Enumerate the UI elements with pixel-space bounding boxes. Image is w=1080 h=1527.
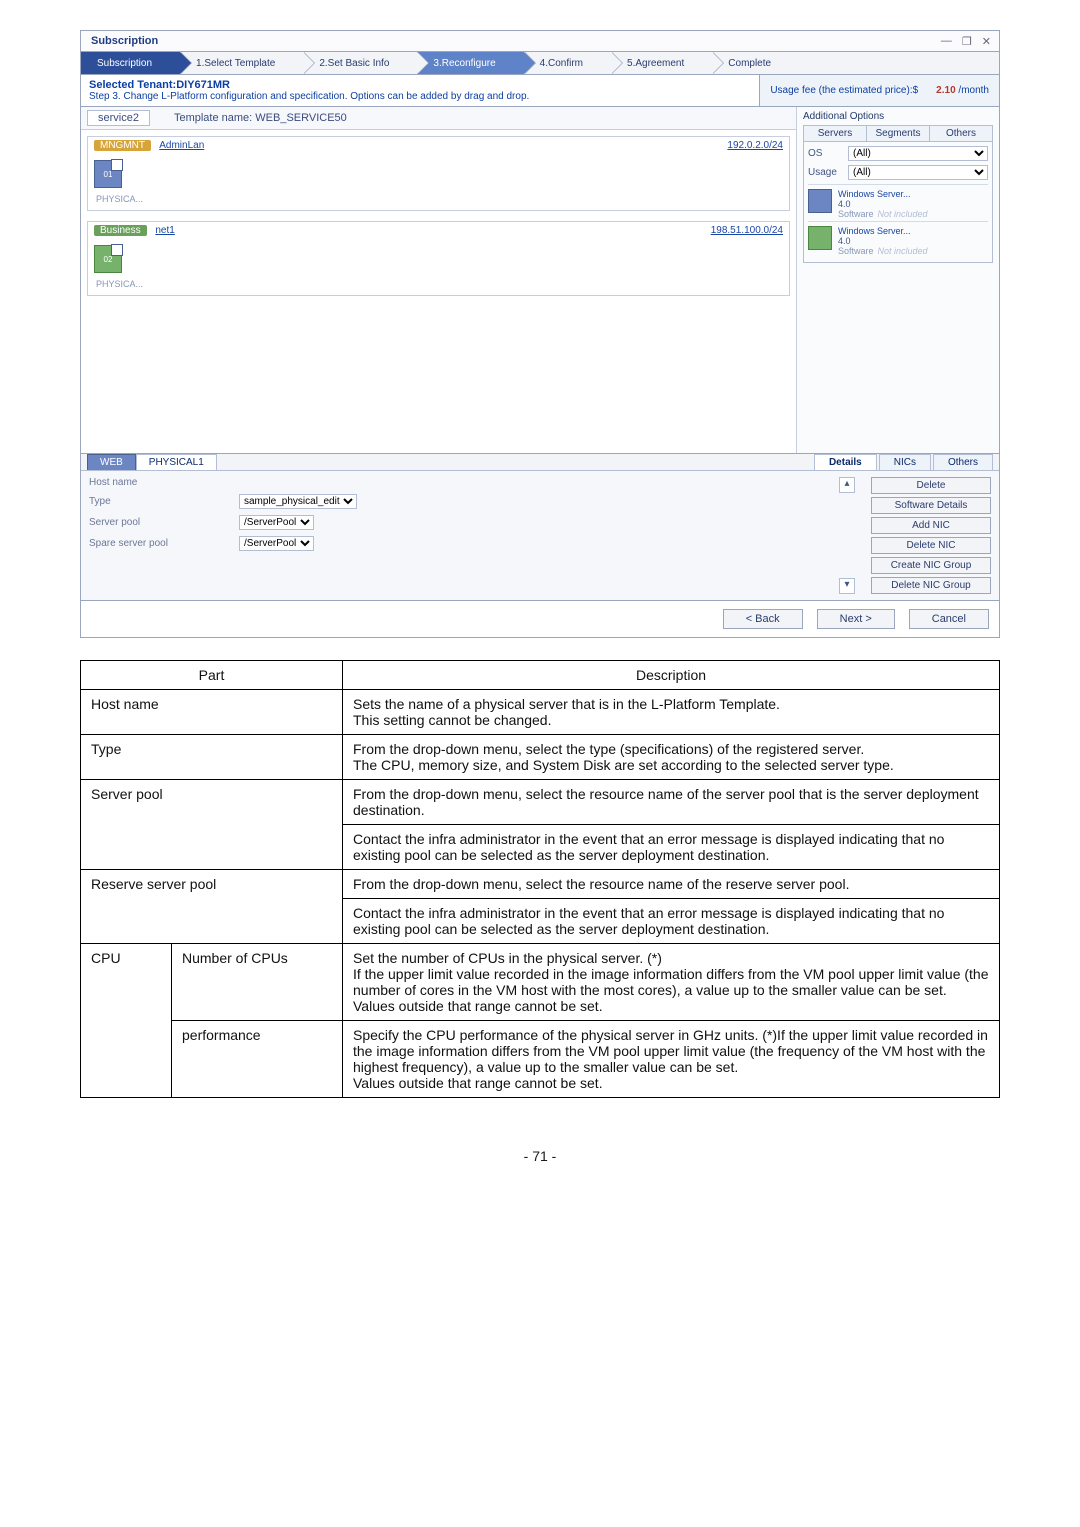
desc-reserve-pool-2: Contact the infra administrator in the e… <box>343 899 1000 944</box>
desc-type: From the drop-down menu, select the type… <box>343 735 1000 780</box>
desc-cpu-perf: Specify the CPU performance of the physi… <box>343 1021 1000 1098</box>
selected-tenant: Selected Tenant:DIY671MR <box>89 79 751 91</box>
restore-icon[interactable]: ❐ <box>962 35 972 48</box>
col-part: Part <box>81 661 343 690</box>
segment-tag-biz: Business <box>94 225 147 236</box>
window-titlebar: Subscription — ❐ ✕ <box>81 31 999 52</box>
window-buttons: — ❐ ✕ <box>933 33 999 50</box>
server-icon[interactable]: 02 <box>94 245 122 273</box>
detail-scrollbar[interactable]: ▴ ▾ <box>839 477 855 594</box>
usage-fee-box: Usage fee (the estimated price):$ 2.10 /… <box>759 75 999 106</box>
tab-others[interactable]: Others <box>933 454 993 470</box>
type-select[interactable]: sample_physical_edit <box>239 494 357 509</box>
back-button[interactable]: < Back <box>723 609 803 629</box>
server-template-icon <box>808 226 832 250</box>
server-pool-select[interactable]: /ServerPool <box>239 515 314 530</box>
segment-phys-mgmt: PHYSICA... <box>88 194 789 210</box>
options-tabs: Servers Segments Others <box>803 125 993 141</box>
spare-pool-label: Spare server pool <box>89 538 239 549</box>
server-template-item[interactable]: Windows Server... 4.0 SoftwareNot includ… <box>808 184 988 221</box>
col-description: Description <box>343 661 1000 690</box>
desc-host-name: Sets the name of a physical server that … <box>343 690 1000 735</box>
server-template-icon <box>808 189 832 213</box>
usage-fee-price: 2.10 <box>936 85 955 96</box>
usage-fee-unit: /month <box>958 85 989 96</box>
wizard-steps: Subscription 1.Select Template 2.Set Bas… <box>81 52 999 75</box>
segment-tag-mgmt: MNGMNT <box>94 140 151 151</box>
delete-nic-button[interactable]: Delete NIC <box>871 537 991 554</box>
step-agreement[interactable]: 5.Agreement <box>611 52 712 74</box>
add-nic-button[interactable]: Add NIC <box>871 517 991 534</box>
topology-canvas[interactable]: service2 Template name: WEB_SERVICE50 MN… <box>81 107 797 453</box>
segment-cidr-mgmt[interactable]: 192.0.2.0/24 <box>727 140 783 151</box>
wizard-footer: < Back Next > Cancel <box>81 600 999 637</box>
segment-name-mgmt[interactable]: AdminLan <box>159 140 204 151</box>
step-instruction: Step 3. Change L-Platform configuration … <box>89 91 751 102</box>
server-icon[interactable]: 01 <box>94 160 122 188</box>
step-subscription[interactable]: Subscription <box>81 52 180 74</box>
desc-server-pool-2: Contact the infra administrator in the e… <box>343 825 1000 870</box>
usage-filter-select[interactable]: (All) <box>848 165 988 180</box>
description-table: Part Description Host name Sets the name… <box>80 660 1000 1098</box>
row-reserve-pool: Reserve server pool From the drop-down m… <box>81 870 1000 899</box>
row-type: Type From the drop-down menu, select the… <box>81 735 1000 780</box>
step-complete[interactable]: Complete <box>712 52 799 74</box>
tab-details[interactable]: Details <box>814 454 877 470</box>
next-button[interactable]: Next > <box>817 609 895 629</box>
window-title: Subscription <box>81 31 168 51</box>
server-pool-label: Server pool <box>89 517 239 528</box>
scroll-down-icon[interactable]: ▾ <box>839 578 855 594</box>
row-cpu-num: CPU Number of CPUs Set the number of CPU… <box>81 944 1000 1021</box>
subscription-window: Subscription — ❐ ✕ Subscription 1.Select… <box>80 30 1000 638</box>
delete-nic-group-button[interactable]: Delete NIC Group <box>871 577 991 594</box>
additional-options-title: Additional Options <box>803 111 993 125</box>
scroll-up-icon[interactable]: ▴ <box>839 477 855 493</box>
spare-pool-select[interactable]: /ServerPool <box>239 536 314 551</box>
detail-actions: Delete Software Details Add NIC Delete N… <box>865 477 991 594</box>
step-set-basic-info[interactable]: 2.Set Basic Info <box>303 52 417 74</box>
delete-button[interactable]: Delete <box>871 477 991 494</box>
selected-server-chip[interactable]: WEB PHYSICAL1 <box>87 454 217 470</box>
tenant-row: Selected Tenant:DIY671MR Step 3. Change … <box>81 75 999 107</box>
row-cpu-perf: performance Specify the CPU performance … <box>81 1021 1000 1098</box>
step-reconfigure[interactable]: 3.Reconfigure <box>417 52 523 74</box>
service-bar: service2 Template name: WEB_SERVICE50 <box>81 107 796 130</box>
server-detail-pane: WEB PHYSICAL1 Details NICs Others Host n… <box>81 453 999 600</box>
step-confirm[interactable]: 4.Confirm <box>524 52 611 74</box>
segment-cidr-biz[interactable]: 198.51.100.0/24 <box>711 225 783 236</box>
desc-server-pool-1: From the drop-down menu, select the reso… <box>343 780 1000 825</box>
segment-business[interactable]: Business net1 198.51.100.0/24 02 PHYSICA… <box>87 221 790 296</box>
row-server-pool: Server pool From the drop-down menu, sel… <box>81 780 1000 825</box>
usage-fee-label: Usage fee (the estimated price):$ <box>770 85 918 96</box>
type-label: Type <box>89 496 239 507</box>
minimize-icon[interactable]: — <box>941 35 952 48</box>
template-name: Template name: WEB_SERVICE50 <box>174 112 347 124</box>
tab-servers[interactable]: Servers <box>804 126 867 141</box>
os-filter-label: OS <box>808 148 842 159</box>
usage-filter-label: Usage <box>808 167 842 178</box>
row-host-name: Host name Sets the name of a physical se… <box>81 690 1000 735</box>
additional-options-panel: Additional Options Servers Segments Othe… <box>797 107 999 453</box>
segment-phys-biz: PHYSICA... <box>88 279 789 295</box>
server-template-item[interactable]: Windows Server... 4.0 SoftwareNot includ… <box>808 221 988 258</box>
segment-mgmt[interactable]: MNGMNT AdminLan 192.0.2.0/24 01 PHYSICA.… <box>87 136 790 211</box>
segment-name-biz[interactable]: net1 <box>155 225 174 236</box>
create-nic-group-button[interactable]: Create NIC Group <box>871 557 991 574</box>
tab-nics[interactable]: NICs <box>879 454 931 470</box>
close-icon[interactable]: ✕ <box>982 35 991 48</box>
cancel-button[interactable]: Cancel <box>909 609 989 629</box>
page-number: - 71 - <box>80 1148 1000 1164</box>
step-select-template[interactable]: 1.Select Template <box>180 52 303 74</box>
tab-segments[interactable]: Segments <box>867 126 930 141</box>
tab-others[interactable]: Others <box>930 126 992 141</box>
service-name[interactable]: service2 <box>87 110 150 126</box>
host-name-label: Host name <box>89 477 239 488</box>
desc-cpu-num: Set the number of CPUs in the physical s… <box>343 944 1000 1021</box>
software-details-button[interactable]: Software Details <box>871 497 991 514</box>
desc-reserve-pool-1: From the drop-down menu, select the reso… <box>343 870 1000 899</box>
os-filter-select[interactable]: (All) <box>848 146 988 161</box>
